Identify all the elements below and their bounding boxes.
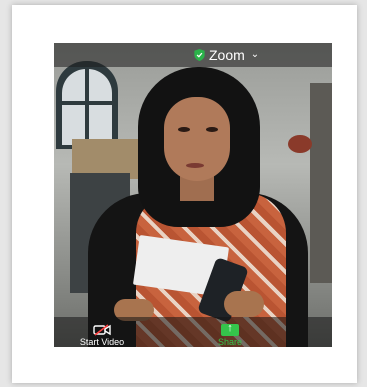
right-eye bbox=[206, 127, 218, 132]
shield-icon bbox=[194, 49, 205, 61]
video-off-icon bbox=[93, 324, 111, 336]
share-label: Share bbox=[217, 337, 243, 347]
photo-card: Zoom ⌄ Start Video ↑ Share bbox=[12, 5, 357, 383]
window-mullion-horizontal bbox=[62, 101, 112, 105]
left-eye bbox=[178, 127, 190, 132]
share-up-arrow-icon: ↑ bbox=[221, 322, 239, 336]
right-shelf bbox=[310, 83, 332, 283]
zoom-meeting-screen: Zoom ⌄ Start Video ↑ Share bbox=[54, 43, 332, 347]
person-face bbox=[164, 97, 230, 181]
meeting-header-bar: Zoom ⌄ bbox=[54, 43, 332, 67]
window-mullion-vertical bbox=[85, 69, 89, 145]
zoom-meeting-menu[interactable]: Zoom ⌄ bbox=[194, 46, 259, 64]
right-hand bbox=[224, 291, 264, 317]
chevron-down-icon: ⌄ bbox=[250, 49, 260, 60]
start-video-label: Start Video bbox=[79, 337, 125, 347]
mouth bbox=[186, 163, 204, 168]
meeting-toolbar: Start Video ↑ Share bbox=[54, 317, 332, 347]
start-video-button[interactable]: Start Video bbox=[72, 324, 132, 347]
share-button[interactable]: ↑ Share bbox=[210, 322, 250, 347]
zoom-brand-label: Zoom bbox=[209, 47, 245, 63]
plant bbox=[288, 135, 312, 153]
